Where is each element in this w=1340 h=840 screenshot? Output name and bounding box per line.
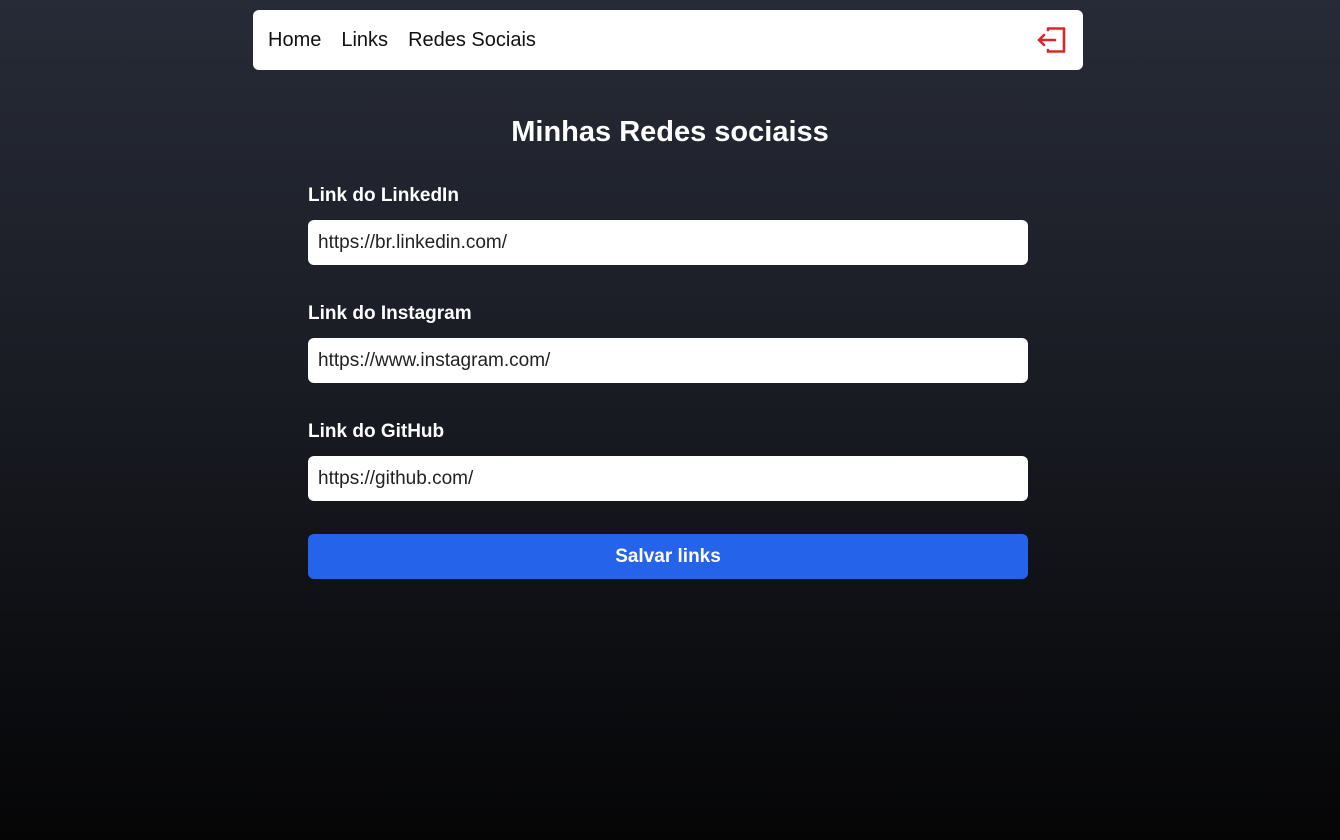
nav-links: Home Links Redes Sociais — [268, 29, 536, 52]
logout-icon — [1037, 27, 1066, 53]
save-links-button[interactable]: Salvar links — [308, 534, 1028, 579]
github-input[interactable] — [308, 456, 1028, 501]
nav-link-redes-sociais[interactable]: Redes Sociais — [408, 29, 536, 52]
github-label: Link do GitHub — [308, 421, 445, 442]
nav-link-home[interactable]: Home — [268, 29, 321, 52]
page-title: Minhas Redes sociaiss — [511, 116, 829, 148]
social-links-form: Link do LinkedIn Link do Instagram Link … — [308, 180, 1028, 579]
instagram-input[interactable] — [308, 338, 1028, 383]
instagram-label: Link do Instagram — [308, 303, 472, 324]
nav-link-links[interactable]: Links — [341, 29, 388, 52]
navbar: Home Links Redes Sociais — [253, 10, 1083, 70]
logout-button[interactable] — [1034, 23, 1068, 57]
linkedin-input[interactable] — [308, 220, 1028, 265]
linkedin-label: Link do LinkedIn — [308, 185, 459, 206]
